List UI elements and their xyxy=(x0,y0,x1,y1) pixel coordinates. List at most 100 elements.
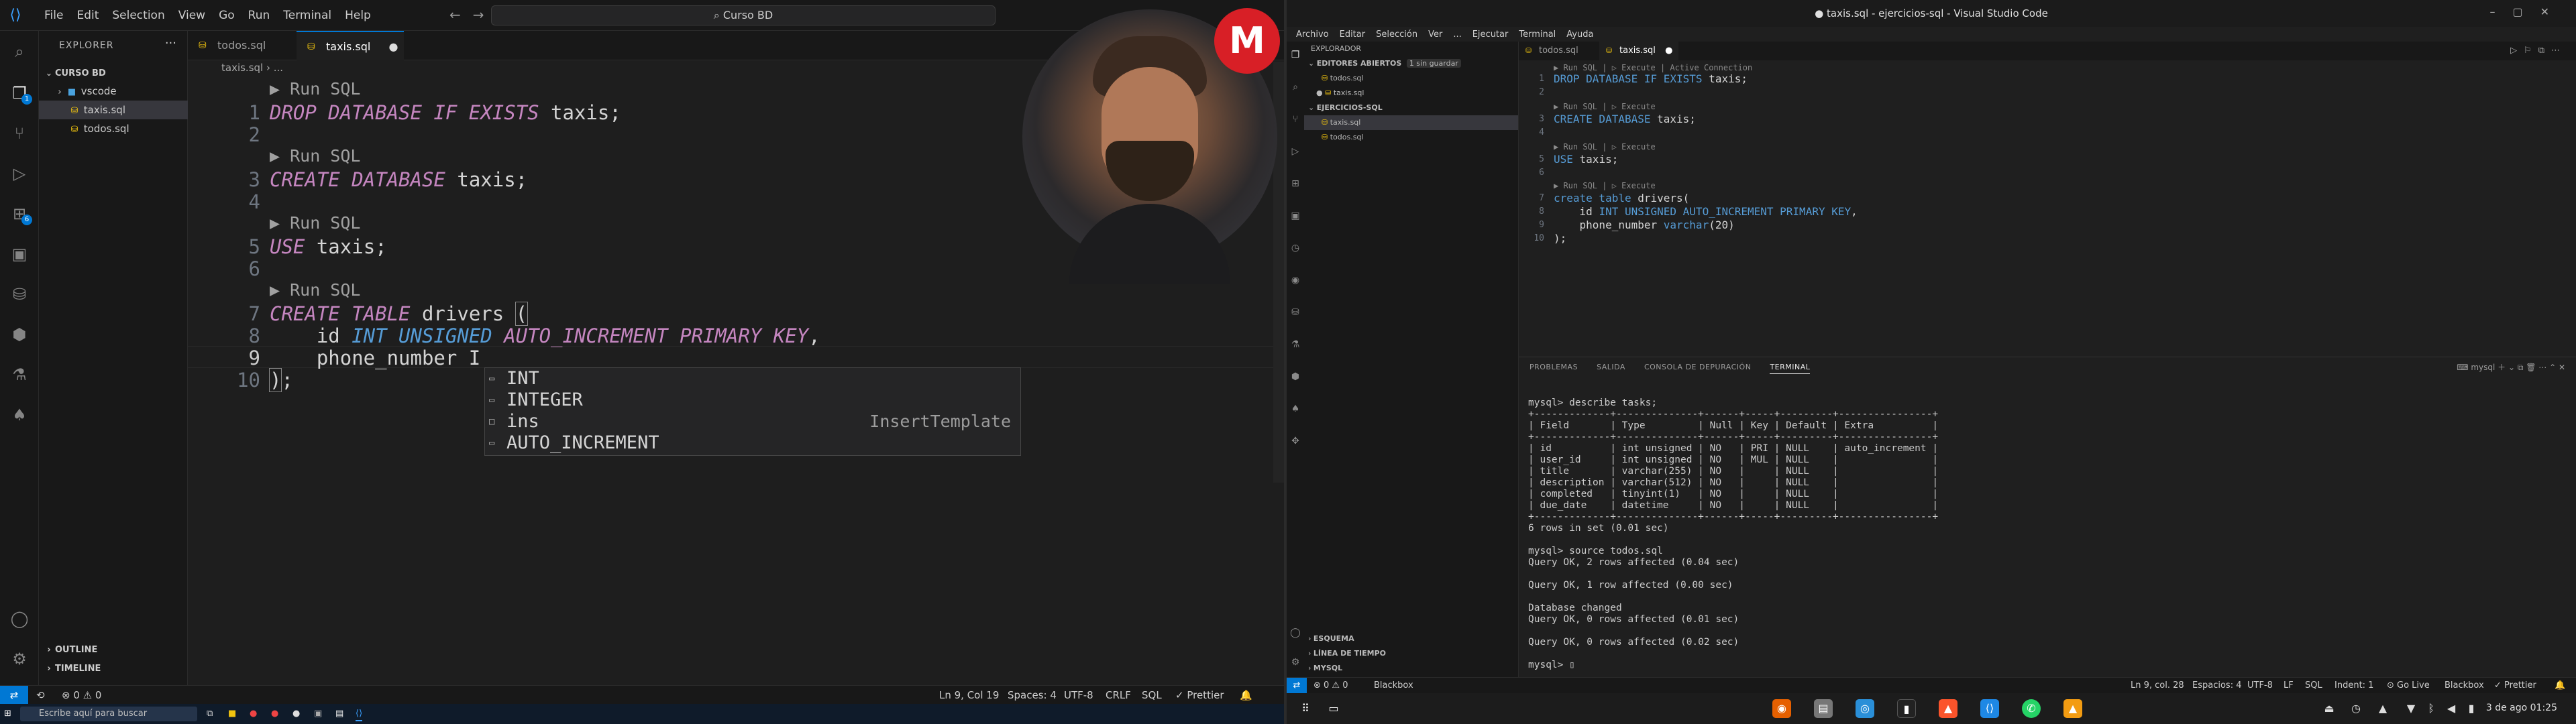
settings-gear-icon[interactable]: ⚙ xyxy=(9,649,30,669)
clock[interactable]: 3 de ago 01:25 xyxy=(2486,703,2557,713)
run-sql-codelens[interactable]: ▶ Run SQL | ▷ Execute xyxy=(1554,102,1656,111)
app-icon[interactable]: ● xyxy=(292,707,300,721)
test-flask-icon[interactable]: ⚗ xyxy=(1290,339,1301,350)
esquema-section[interactable]: › ESQUEMA xyxy=(1304,631,1519,646)
suggestion-item[interactable]: □ ins InsertTemplate xyxy=(485,411,1020,432)
wifi-icon[interactable]: ▼ xyxy=(2402,699,2420,718)
docker-icon[interactable]: ⬢ xyxy=(1290,371,1301,382)
status-language[interactable]: SQL xyxy=(2305,678,2322,694)
terminal-icon[interactable]: ▮ xyxy=(1897,699,1916,718)
right-code-editor[interactable]: ▶ Run SQL | ▷ Execute | Active Connectio… xyxy=(1519,62,2576,350)
remote-icon[interactable]: ▣ xyxy=(1290,210,1301,221)
account-icon[interactable]: ◯ xyxy=(9,609,30,629)
mongo-leaf-icon[interactable]: ♠ xyxy=(9,405,30,425)
battery-icon[interactable]: ▮ xyxy=(2462,699,2481,718)
run-sql-codelens[interactable]: ▶ Run SQL | ▷ Execute xyxy=(1554,142,1656,152)
status-encoding[interactable]: UTF-8 xyxy=(2247,678,2273,694)
run-sql-codelens[interactable]: ▶ Run SQL xyxy=(270,280,360,300)
status-problems[interactable]: ⊗ 0 ⚠ 0 xyxy=(62,686,101,705)
brave-icon[interactable]: ▲ xyxy=(1939,699,1957,718)
status-spaces[interactable]: Espacios: 4 xyxy=(2192,678,2241,694)
menu-help[interactable]: Help xyxy=(338,9,378,22)
run-sql-codelens[interactable]: ▶ Run SQL xyxy=(270,79,360,99)
tray-icon[interactable]: ◷ xyxy=(2347,699,2365,718)
run-sql-codelens[interactable]: ▶ Run SQL | ▷ Execute | Active Connectio… xyxy=(1554,63,1752,72)
status-indent[interactable]: Indent: 1 xyxy=(2334,678,2373,694)
windows-start-icon[interactable]: ⊞ xyxy=(4,707,11,721)
docker-icon[interactable]: ⬢ xyxy=(9,324,30,345)
status-go-live[interactable]: ⊙ Go Live xyxy=(2387,678,2430,694)
mongo-leaf-icon[interactable]: ♠ xyxy=(1290,404,1301,414)
app-icon[interactable]: ▣ xyxy=(314,707,322,721)
bell-icon[interactable]: 🔔 xyxy=(1240,686,1252,705)
status-language[interactable]: SQL xyxy=(1142,686,1162,705)
bell-icon[interactable]: 🔔 xyxy=(2555,678,2565,694)
status-eol[interactable]: LF xyxy=(2284,678,2294,694)
remote-indicator-icon[interactable]: ⇄ xyxy=(1287,678,1307,694)
panel-tab-terminal[interactable]: TERMINAL xyxy=(1770,363,1811,374)
tab-todos[interactable]: ⛁ todos.sql xyxy=(1519,42,1599,60)
nav-arrows[interactable]: ←→ xyxy=(449,7,496,23)
ports-icon[interactable]: ⟲ xyxy=(36,686,45,705)
breadcrumb[interactable]: taxis.sql › ... xyxy=(221,62,283,74)
suggestion-item[interactable]: ▭ AUTO_INCREMENT xyxy=(485,432,1020,454)
menu-archivo[interactable]: Archivo xyxy=(1291,29,1334,40)
run-debug-icon[interactable]: ▷ xyxy=(1290,146,1301,157)
menu-seleccion[interactable]: Selección xyxy=(1371,29,1423,40)
menu-terminal[interactable]: Terminal xyxy=(276,9,338,22)
menu-more[interactable]: ... xyxy=(1448,29,1466,40)
menu-terminal[interactable]: Terminal xyxy=(1513,29,1561,40)
menu-editar[interactable]: Editar xyxy=(1334,29,1371,40)
vscode-dock-icon[interactable]: ⟨⟩ xyxy=(1980,699,1999,718)
firefox-icon[interactable]: ◉ xyxy=(1772,699,1791,718)
outline-section[interactable]: › OUTLINE xyxy=(39,641,188,660)
status-position[interactable]: Ln 9, col. 28 xyxy=(2131,678,2184,694)
database-icon[interactable]: ⛁ xyxy=(9,284,30,304)
run-sql-codelens[interactable]: ▶ Run SQL xyxy=(270,146,360,166)
tree-file-taxis[interactable]: ⛁ taxis.sql xyxy=(39,101,188,119)
search-icon[interactable]: ⌕ xyxy=(1290,82,1301,93)
timeline-section[interactable]: › LÍNEA DE TIEMPO xyxy=(1304,646,1519,661)
status-encoding[interactable]: UTF-8 xyxy=(1064,686,1093,705)
tree-file-todos[interactable]: ⛁ todos.sql xyxy=(39,119,188,138)
source-control-icon[interactable]: ⑂ xyxy=(9,123,30,143)
window-controls[interactable]: –▢✕ xyxy=(2489,5,2567,18)
status-prettier[interactable]: ✓ Prettier xyxy=(2494,678,2536,694)
unsaved-dot-icon[interactable]: ● xyxy=(388,40,398,53)
open-editors-section[interactable]: ⌄ EDITORES ABIERTOS 1 sin guardar xyxy=(1304,56,1518,71)
extensions-icon[interactable]: ⊞ 6 xyxy=(9,204,32,225)
puzzle-icon[interactable]: ✥ xyxy=(1290,436,1301,446)
command-center-search[interactable]: ⌕ Curso BD xyxy=(491,5,996,25)
vlc-icon[interactable]: ▲ xyxy=(2063,699,2082,718)
run-debug-icon[interactable]: ▷ xyxy=(9,164,30,184)
folder-app-icon[interactable]: ■ xyxy=(228,707,236,721)
tree-folder-vscode[interactable]: › ■ vscode xyxy=(39,82,188,101)
suggestion-item[interactable]: ▭ INTEGER xyxy=(485,389,1020,411)
tray-icon[interactable]: ▲ xyxy=(2373,699,2392,718)
status-problems[interactable]: ⊗ 0 ⚠ 0 xyxy=(1313,678,1348,694)
vscode-task-icon[interactable]: ⟨⟩ xyxy=(356,707,363,721)
app-icon[interactable]: ● xyxy=(250,707,257,721)
screenshot-icon[interactable]: ◎ xyxy=(1856,699,1874,718)
database-icon[interactable]: ⛁ xyxy=(1290,307,1301,318)
timeline-section[interactable]: › TIMELINE xyxy=(39,660,188,678)
tab-taxis[interactable]: ⛁ taxis.sql ● xyxy=(297,31,404,60)
files-icon[interactable]: ▤ xyxy=(1814,699,1833,718)
task-view-icon[interactable]: ⧉ xyxy=(207,707,213,721)
unsaved-dot-icon[interactable]: ● xyxy=(1665,46,1672,56)
run-sql-codelens[interactable]: ▶ Run SQL | ▷ Execute xyxy=(1554,181,1656,190)
status-blackbox-right[interactable]: Blackbox xyxy=(2445,678,2484,694)
menu-ayuda[interactable]: Ayuda xyxy=(1561,29,1599,40)
bluetooth-icon[interactable]: ᛒ xyxy=(2422,699,2440,718)
tab-todos[interactable]: ⛁ todos.sql xyxy=(188,31,297,60)
app-icon[interactable]: ▤ xyxy=(335,707,343,721)
menu-selection[interactable]: Selection xyxy=(105,9,171,22)
menu-view[interactable]: View xyxy=(172,9,212,22)
status-prettier[interactable]: ✓ Prettier xyxy=(1175,686,1224,705)
terminal-selector[interactable]: ⌨ mysql ＋ ⌄ ⧉ 🗑 ⋯ ⌃ ✕ xyxy=(2457,361,2565,373)
tray-icon[interactable]: ⏏ xyxy=(2320,699,2339,718)
mysql-section[interactable]: › MYSQL xyxy=(1304,661,1519,676)
chat-icon[interactable]: ◉ xyxy=(1290,275,1301,286)
tree-root[interactable]: ⌄ CURSO BD xyxy=(39,63,188,82)
app-icon[interactable]: ● xyxy=(271,707,278,721)
